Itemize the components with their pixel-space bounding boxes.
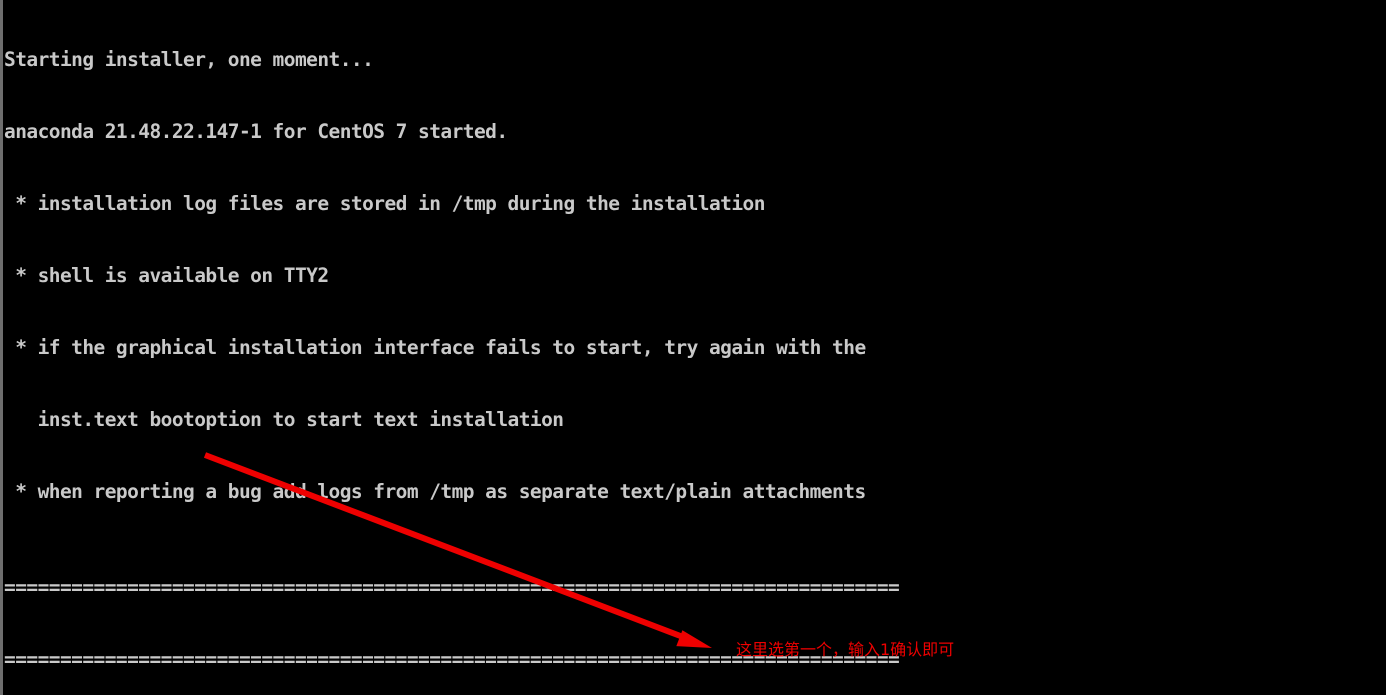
separator-bottom: ========================================… xyxy=(4,648,900,671)
console-line-starting-installer: Starting installer, one moment... xyxy=(4,48,374,71)
window-left-edge xyxy=(0,0,3,695)
console-output: Starting installer, one moment... anacon… xyxy=(4,0,1386,695)
console-line-anaconda-version: anaconda 21.48.22.147-1 for CentOS 7 sta… xyxy=(4,120,508,143)
console-line-shell-tty2: * shell is available on TTY2 xyxy=(4,264,329,287)
console-line-graphical-fails: * if the graphical installation interfac… xyxy=(4,336,866,359)
separator-top: ========================================… xyxy=(4,576,900,599)
terminal-screen: Starting installer, one moment... anacon… xyxy=(0,0,1386,695)
console-line-log-files: * installation log files are stored in /… xyxy=(4,192,765,215)
console-line-bug-reporting: * when reporting a bug add logs from /tm… xyxy=(4,480,866,503)
console-line-inst-text-bootoption: inst.text bootoption to start text insta… xyxy=(4,408,565,431)
